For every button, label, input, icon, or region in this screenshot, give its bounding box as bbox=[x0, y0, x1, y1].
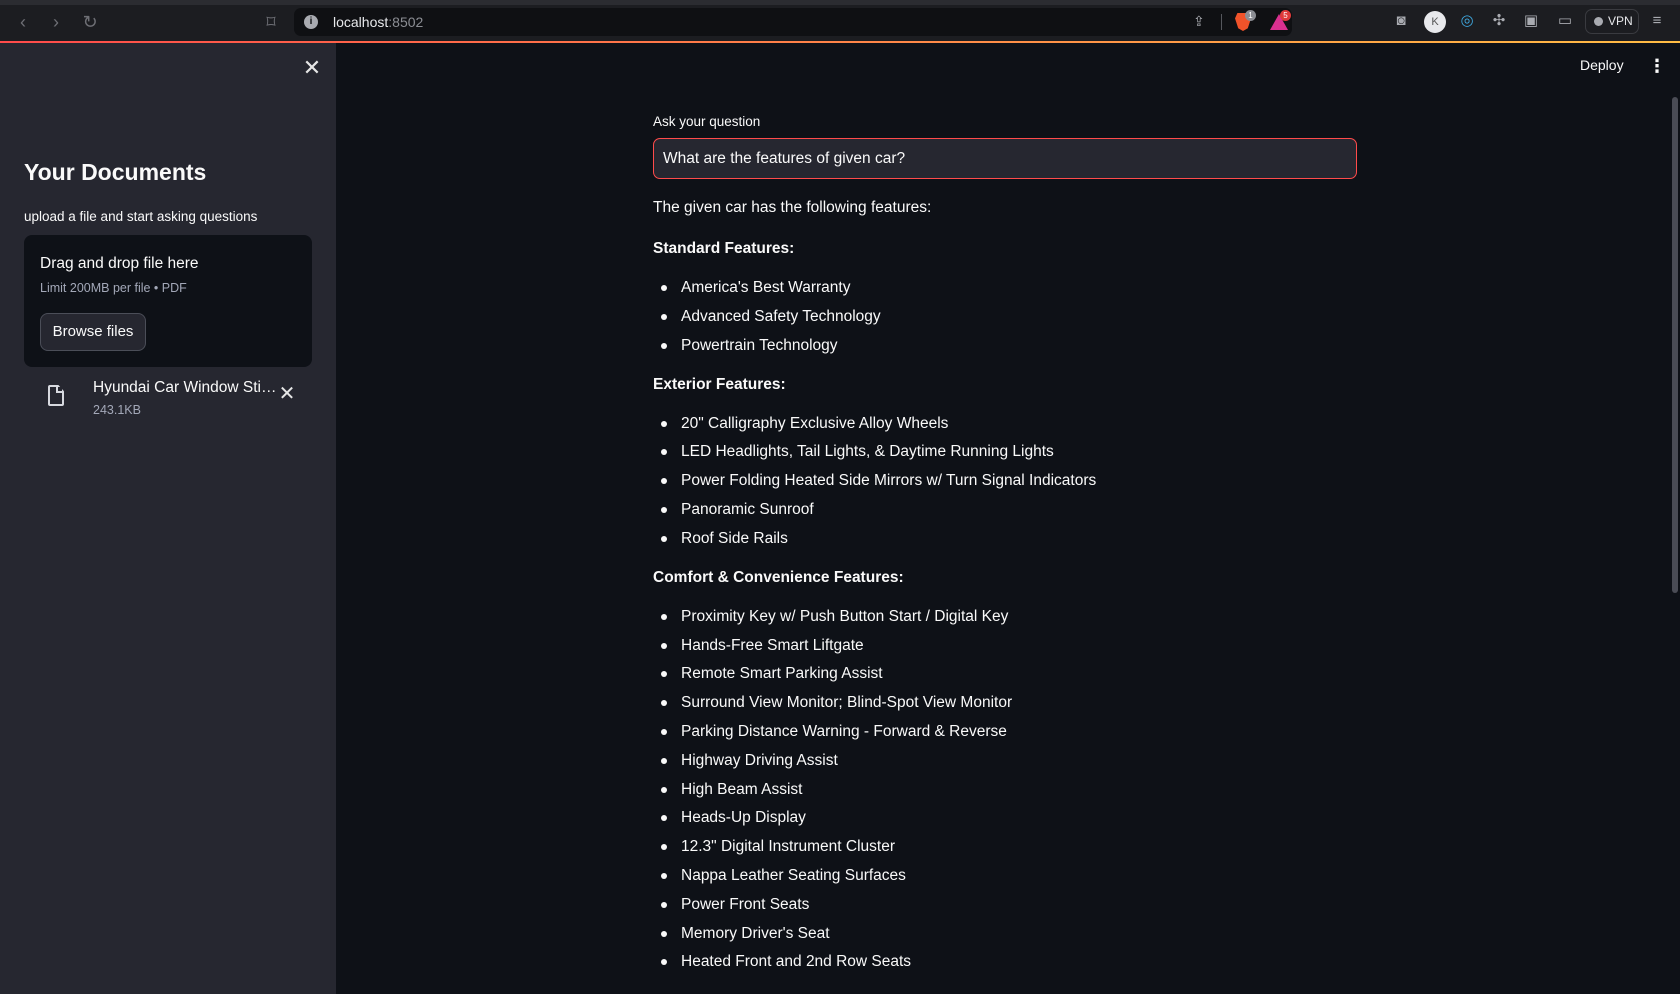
list-item: Roof Side Rails bbox=[661, 527, 1357, 550]
list-item: Power Front Seats bbox=[661, 893, 1357, 916]
back-icon[interactable]: ‹ bbox=[12, 11, 34, 33]
forward-icon[interactable]: › bbox=[45, 11, 67, 33]
url-text: localhost:8502 bbox=[333, 14, 424, 30]
answer-intro: The given car has the following features… bbox=[653, 199, 932, 216]
dropzone-limit: Limit 200MB per file • PDF bbox=[40, 281, 187, 295]
file-size: 243.1KB bbox=[93, 403, 141, 417]
feature-list: America's Best Warranty Advanced Safety T… bbox=[653, 276, 1357, 357]
list-item: 20" Calligraphy Exclusive Alloy Wheels bbox=[661, 412, 1357, 435]
list-item: Heads-Up Display bbox=[661, 806, 1357, 829]
reload-icon[interactable]: ↻ bbox=[79, 11, 101, 33]
list-item: 12.3" Digital Instrument Cluster bbox=[661, 835, 1357, 858]
list-item: Heated Front and 2nd Row Seats bbox=[661, 950, 1357, 973]
uploaded-file: Hyundai Car Window Stic… 243.1KB ✕ bbox=[24, 379, 312, 429]
shields-badge: 1 bbox=[1245, 10, 1256, 21]
list-item: Panoramic Sunroof bbox=[661, 498, 1357, 521]
question-input[interactable] bbox=[653, 138, 1357, 179]
list-item: Surround View Monitor; Blind-Spot View M… bbox=[661, 691, 1357, 714]
feature-list: Proximity Key w/ Push Button Start / Dig… bbox=[653, 605, 1357, 974]
dropzone-title: Drag and drop file here bbox=[40, 255, 199, 272]
section-heading: Standard Features: bbox=[653, 240, 795, 257]
list-item: Power Folding Heated Side Mirrors w/ Tur… bbox=[661, 469, 1357, 492]
list-item: America's Best Warranty bbox=[661, 276, 1357, 299]
list-item: Proximity Key w/ Push Button Start / Dig… bbox=[661, 605, 1357, 628]
extension-icon[interactable]: ◎ bbox=[1458, 12, 1476, 30]
app-menu-icon[interactable]: ⋮ bbox=[1648, 56, 1666, 76]
wallet-icon[interactable]: ▭ bbox=[1556, 12, 1574, 30]
list-item: Highway Driving Assist bbox=[661, 749, 1357, 772]
deploy-button[interactable]: Deploy bbox=[1580, 57, 1624, 73]
file-icon bbox=[48, 385, 64, 406]
sidebar-toggle-icon[interactable]: ▣ bbox=[1522, 12, 1540, 30]
list-item: Memory Driver's Seat bbox=[661, 922, 1357, 945]
list-item: High Beam Assist bbox=[661, 778, 1357, 801]
list-item: Nappa Leather Seating Surfaces bbox=[661, 864, 1357, 887]
list-item: Powertrain Technology bbox=[661, 334, 1357, 357]
upload-caption: upload a file and start asking questions bbox=[24, 209, 258, 224]
sidebar: ✕ Your Documents upload a file and start… bbox=[0, 43, 336, 994]
rewards-badge: 5 bbox=[1280, 10, 1291, 21]
browser-toolbar: ‹ › ↻ ⌑ i localhost:8502 ⇪ 1 5 ◙ K ◎ ✣ ▣… bbox=[0, 0, 1680, 43]
divider bbox=[1221, 14, 1222, 30]
scrollbar[interactable] bbox=[1672, 97, 1678, 593]
section-heading: Comfort & Convenience Features: bbox=[653, 568, 904, 586]
list-item: Hands-Free Smart Liftgate bbox=[661, 634, 1357, 657]
list-item: LED Headlights, Tail Lights, & Daytime R… bbox=[661, 440, 1357, 463]
section-heading: Exterior Features: bbox=[653, 375, 786, 393]
puzzle-icon[interactable]: ✣ bbox=[1490, 12, 1508, 30]
camera-icon[interactable]: ◙ bbox=[1392, 12, 1410, 30]
browse-files-button[interactable]: Browse files bbox=[40, 313, 146, 351]
answer: The given car has the following features… bbox=[653, 196, 1357, 989]
file-name: Hyundai Car Window Stic… bbox=[93, 379, 277, 396]
address-bar[interactable]: i localhost:8502 ⇪ 1 5 bbox=[294, 8, 1292, 36]
bookmark-icon[interactable]: ⌑ bbox=[260, 11, 282, 33]
list-item: Remote Smart Parking Assist bbox=[661, 662, 1357, 685]
list-item: Parking Distance Warning - Forward & Rev… bbox=[661, 720, 1357, 743]
sidebar-title: Your Documents bbox=[24, 159, 207, 185]
file-dropzone[interactable]: Drag and drop file here Limit 200MB per … bbox=[24, 235, 312, 367]
close-icon[interactable]: ✕ bbox=[302, 57, 322, 79]
site-info-icon[interactable]: i bbox=[304, 15, 318, 29]
vpn-button[interactable]: VPN bbox=[1585, 9, 1639, 34]
question-label: Ask your question bbox=[653, 114, 761, 129]
share-icon[interactable]: ⇪ bbox=[1193, 13, 1209, 29]
list-item: Advanced Safety Technology bbox=[661, 305, 1357, 328]
profile-icon[interactable]: K bbox=[1424, 11, 1446, 33]
remove-file-icon[interactable]: ✕ bbox=[278, 384, 296, 404]
feature-list: 20" Calligraphy Exclusive Alloy Wheels LE… bbox=[653, 412, 1357, 550]
menu-icon[interactable]: ≡ bbox=[1648, 12, 1666, 30]
